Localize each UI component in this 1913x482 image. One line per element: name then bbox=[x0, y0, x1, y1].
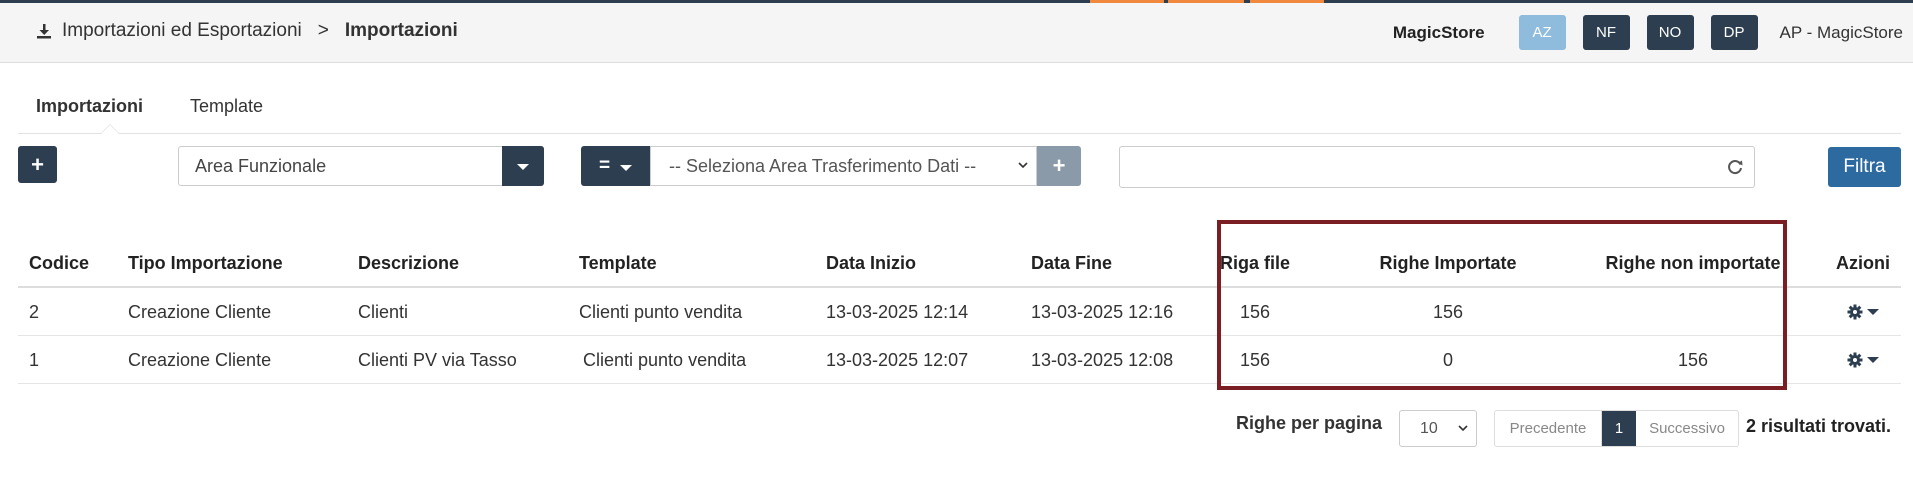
chevron-down-icon bbox=[1867, 357, 1879, 363]
cell-tipo: Creazione Cliente bbox=[128, 350, 272, 370]
next-page-button[interactable]: Successivo bbox=[1636, 411, 1738, 446]
highlight-box bbox=[1217, 220, 1787, 390]
cell-data-fine: 13-03-2025 12:16 bbox=[1031, 302, 1174, 322]
column-header: Azioni bbox=[1836, 253, 1890, 273]
cell-descrizione: Clienti bbox=[358, 302, 409, 322]
actions-menu[interactable] bbox=[1828, 288, 1898, 338]
column-header[interactable]: Descrizione bbox=[358, 240, 459, 286]
gear-icon bbox=[1847, 352, 1863, 368]
transfer-area-value: -- Seleziona Area Trasferimento Dati -- bbox=[669, 156, 977, 176]
rows-per-page-select[interactable]: 10 bbox=[1399, 410, 1477, 447]
chevron-down-icon bbox=[620, 164, 633, 171]
cell-descrizione: Clienti PV via Tasso bbox=[358, 350, 517, 370]
tab-template[interactable]: Template bbox=[190, 88, 263, 125]
chevron-down-icon bbox=[517, 164, 529, 170]
previous-page-button[interactable]: Precedente bbox=[1495, 411, 1602, 446]
rows-per-page-value: 10 bbox=[1420, 420, 1438, 437]
actions-menu[interactable] bbox=[1828, 336, 1898, 386]
tag-button-no[interactable]: NO bbox=[1646, 15, 1694, 50]
tag-button-dp[interactable]: DP bbox=[1710, 15, 1758, 50]
breadcrumb-separator: > bbox=[317, 19, 329, 41]
top-header: Importazioni ed Esportazioni > Importazi… bbox=[0, 3, 1913, 63]
cell-data-fine: 13-03-2025 12:08 bbox=[1031, 350, 1174, 370]
column-header[interactable]: Data Inizio bbox=[826, 240, 916, 286]
tab-bar: Importazioni Template bbox=[18, 88, 1901, 134]
user-menu[interactable]: AP - MagicStore bbox=[1780, 23, 1903, 43]
cell-template: Clienti punto vendita bbox=[579, 302, 743, 322]
breadcrumb: Importazioni ed Esportazioni > Importazi… bbox=[36, 3, 458, 58]
gear-icon bbox=[1847, 304, 1863, 320]
area-funzionale-select[interactable]: Area Funzionale bbox=[178, 146, 544, 186]
chevron-down-icon bbox=[1458, 425, 1468, 432]
cell-data-inizio: 13-03-2025 12:07 bbox=[826, 350, 969, 370]
column-header[interactable]: Codice bbox=[29, 240, 89, 286]
breadcrumb-current: Importazioni bbox=[344, 19, 458, 41]
operator-label: = bbox=[598, 155, 611, 176]
transfer-area-select[interactable]: -- Seleziona Area Trasferimento Dati -- bbox=[650, 146, 1037, 186]
dropdown-toggle[interactable] bbox=[502, 146, 544, 186]
breadcrumb-parent[interactable]: Importazioni ed Esportazioni bbox=[62, 20, 302, 42]
pagination: Precedente 1 Successivo bbox=[1494, 410, 1739, 447]
cell-template: Clienti punto vendita bbox=[583, 350, 747, 370]
column-header[interactable]: Tipo Importazione bbox=[128, 240, 283, 286]
rows-per-page-label: Righe per pagina bbox=[1236, 413, 1383, 433]
active-tab-caret bbox=[100, 124, 120, 134]
cell-data-inizio: 13-03-2025 12:14 bbox=[826, 302, 969, 322]
page-1-button[interactable]: 1 bbox=[1602, 411, 1636, 446]
cell-codice: 2 bbox=[29, 302, 40, 322]
tab-importazioni[interactable]: Importazioni bbox=[36, 88, 143, 125]
column-header[interactable]: Template bbox=[579, 240, 657, 286]
download-icon bbox=[37, 23, 51, 38]
plus-icon: + bbox=[31, 151, 44, 177]
cell-tipo: Creazione Cliente bbox=[128, 302, 272, 322]
search-input[interactable] bbox=[1119, 146, 1755, 188]
refresh-icon[interactable] bbox=[1726, 158, 1744, 176]
operator-button[interactable]: = bbox=[581, 146, 650, 186]
filter-button[interactable]: Filtra bbox=[1828, 147, 1901, 187]
column-header[interactable]: Data Fine bbox=[1031, 240, 1112, 286]
chevron-down-icon bbox=[1018, 162, 1028, 169]
tag-button-nf[interactable]: NF bbox=[1582, 15, 1630, 50]
area-funzionale-value: Area Funzionale bbox=[195, 156, 327, 176]
chevron-down-icon bbox=[1867, 309, 1879, 315]
store-name: MagicStore bbox=[1392, 22, 1485, 42]
tag-button-az[interactable]: AZ bbox=[1518, 15, 1566, 50]
plus-icon: + bbox=[1052, 153, 1066, 178]
add-filter-button[interactable]: + bbox=[1037, 146, 1081, 186]
results-count: 2 risultati trovati. bbox=[1746, 416, 1892, 436]
add-button[interactable]: + bbox=[18, 146, 57, 183]
cell-codice: 1 bbox=[29, 350, 40, 370]
